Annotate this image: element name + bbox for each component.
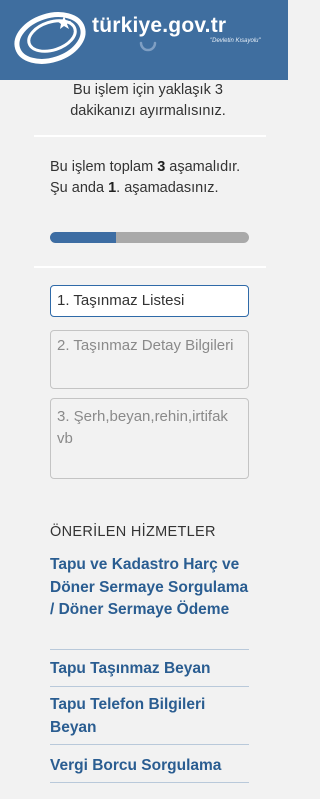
service-link-vergi-borcu[interactable]: Vergi Borcu Sorgulama bbox=[50, 755, 249, 778]
turkiye-gov-logo-icon[interactable] bbox=[12, 6, 90, 66]
step-2-tasinmaz-detay[interactable]: 2. Taşınmaz Detay Bilgileri bbox=[50, 330, 249, 389]
site-brand[interactable]: türkiye.gov.tr bbox=[92, 14, 226, 38]
service-link-tapu-kadastro-harc[interactable]: Tapu ve Kadastro Harç ve Döner Sermaye S… bbox=[50, 554, 249, 622]
site-header: türkiye.gov.tr "Devletin Kısayolu" bbox=[0, 0, 288, 80]
divider bbox=[34, 135, 266, 137]
divider bbox=[34, 266, 266, 268]
loading-spinner-icon bbox=[139, 41, 157, 52]
time-estimate-text: Bu işlem için yaklaşık 3 dakikanızı ayır… bbox=[70, 82, 226, 119]
current-stage: 1 bbox=[108, 180, 117, 196]
divider bbox=[50, 649, 249, 650]
stage-progress-fill bbox=[50, 232, 117, 243]
step-3-serh-beyan[interactable]: 3. Şerh,beyan,rehin,irtifak vb bbox=[50, 398, 249, 479]
step-1-tasinmaz-listesi[interactable]: 1. Taşınmaz Listesi bbox=[50, 285, 249, 317]
recommended-services-title: ÖNERİLEN HİZMETLER bbox=[50, 524, 216, 540]
service-link-tapu-tasinmaz-beyan[interactable]: Tapu Taşınmaz Beyan bbox=[50, 658, 249, 681]
divider bbox=[50, 782, 249, 783]
stage-progress-bar bbox=[50, 232, 249, 243]
service-link-tapu-telefon-beyan[interactable]: Tapu Telefon Bilgileri Beyan bbox=[50, 694, 249, 739]
stage-info-text: Bu işlem toplam 3 aşamalıdır. Şu anda 1.… bbox=[50, 157, 260, 199]
site-tagline: "Devletin Kısayolu" bbox=[210, 38, 261, 44]
divider bbox=[50, 686, 249, 687]
stage-prefix: Bu işlem toplam bbox=[50, 159, 158, 175]
stage-suffix: . aşamadasınız. bbox=[116, 180, 219, 196]
divider bbox=[50, 744, 249, 745]
